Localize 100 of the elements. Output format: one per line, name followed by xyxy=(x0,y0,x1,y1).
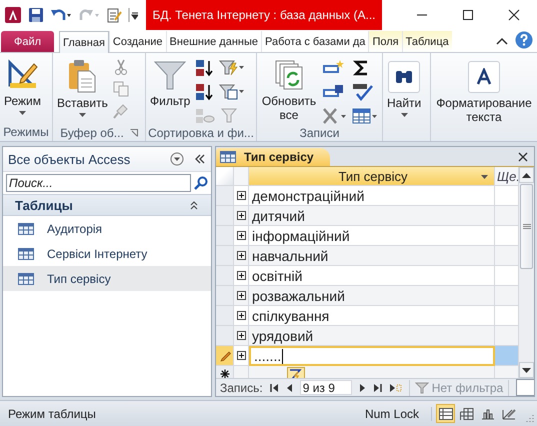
pane-item[interactable]: Тип сервісу xyxy=(3,266,211,291)
table-cell[interactable]: ....... xyxy=(249,346,495,366)
table-cell[interactable]: дитячий xyxy=(249,206,495,226)
maximize-icon xyxy=(462,9,474,21)
section-header[interactable]: Таблицы xyxy=(3,194,211,216)
text-formatting-button[interactable]: Форматирование текста xyxy=(434,57,534,126)
num-lock-indicator: Num Lock xyxy=(364,406,432,420)
find-button[interactable]: Найти xyxy=(386,57,422,119)
ribbon-tab[interactable]: Поля xyxy=(368,31,402,52)
paste-button[interactable]: Вставить xyxy=(56,57,109,119)
customize-dropdown-icon[interactable] xyxy=(128,7,138,23)
select-all-cell[interactable] xyxy=(216,167,234,186)
table-icon xyxy=(220,151,236,163)
dropdown-circle-icon[interactable] xyxy=(170,152,184,166)
spelling-check-icon[interactable] xyxy=(352,83,374,101)
collapse-icon xyxy=(189,200,199,210)
paintbrush-icon xyxy=(112,103,129,119)
previous-record-icon[interactable] xyxy=(286,384,293,392)
clear-sort-icon xyxy=(195,107,216,125)
expand-icon[interactable] xyxy=(236,211,246,220)
close-icon xyxy=(508,9,520,21)
refresh-pages-icon xyxy=(274,59,304,91)
group-label: Записи xyxy=(298,125,340,141)
table-icon xyxy=(18,272,34,284)
table-cell[interactable] xyxy=(495,286,518,306)
new-record-icon[interactable] xyxy=(388,384,402,392)
expand-icon[interactable] xyxy=(236,311,246,320)
design-view-icon xyxy=(502,408,516,420)
filter-button[interactable]: Фильтр xyxy=(149,57,192,110)
funnel-icon xyxy=(414,382,429,394)
help-icon[interactable] xyxy=(515,31,533,49)
dialog-launcher-icon[interactable] xyxy=(130,128,138,136)
undo-icon[interactable] xyxy=(50,7,72,23)
expand-icon[interactable] xyxy=(236,231,246,240)
status-text: Режим таблицы xyxy=(8,406,96,420)
sort-descending-icon[interactable] xyxy=(195,83,216,101)
ribbon-tab[interactable]: Таблица xyxy=(402,31,452,52)
table-icon xyxy=(18,222,34,234)
table-cell[interactable]: розважальний xyxy=(249,286,495,306)
expand-icon[interactable] xyxy=(236,191,246,200)
scroll-thumb[interactable] xyxy=(520,184,533,269)
refresh-all-button[interactable]: Обновить все xyxy=(260,57,318,124)
caret-icon xyxy=(19,111,26,115)
next-record-icon[interactable] xyxy=(358,384,366,392)
first-record-icon[interactable] xyxy=(270,384,279,392)
sort-ascending-icon[interactable] xyxy=(195,59,216,77)
view-button[interactable]: Режим xyxy=(3,57,42,117)
record-position-field[interactable]: 9 из 9 xyxy=(300,380,352,395)
search-icon[interactable] xyxy=(194,176,208,190)
delete-icon[interactable] xyxy=(322,107,348,125)
pane-item[interactable]: Аудиторія xyxy=(3,216,211,241)
document-tab[interactable]: Тип сервісу xyxy=(216,148,330,166)
table-cell[interactable] xyxy=(495,346,518,366)
expand-icon[interactable] xyxy=(236,271,246,280)
save-icon[interactable] xyxy=(28,7,44,23)
table-cell[interactable] xyxy=(495,326,518,346)
up-arrow-icon xyxy=(522,172,531,178)
caret-icon xyxy=(78,113,86,117)
table-cell[interactable] xyxy=(249,366,495,378)
table-cell[interactable]: урядовий xyxy=(249,326,495,346)
group-label: Сортировка и фи... xyxy=(147,125,255,141)
table-icon xyxy=(18,248,34,260)
scroll-down-button[interactable] xyxy=(519,362,534,378)
search-field[interactable]: Поиск... xyxy=(6,174,191,192)
group-label: Буфер об... xyxy=(60,124,124,140)
pane-title: Все объекты Access xyxy=(8,152,132,166)
document-edit-icon[interactable] xyxy=(106,7,122,23)
table-cell[interactable]: навчальний xyxy=(249,246,495,266)
close-icon[interactable] xyxy=(518,152,528,162)
smart-tag-icon[interactable] xyxy=(287,367,305,378)
access-logo-icon xyxy=(4,6,22,24)
caret-icon xyxy=(481,175,488,179)
down-arrow-icon xyxy=(522,368,531,372)
clipboard-icon xyxy=(66,59,98,93)
scroll-up-button[interactable] xyxy=(519,167,534,183)
ribbon-tab[interactable]: Файл xyxy=(1,31,54,52)
last-record-icon[interactable] xyxy=(372,384,382,392)
caret-icon xyxy=(400,113,408,117)
table-cell[interactable] xyxy=(495,206,518,226)
ribbon-tab[interactable]: Создание xyxy=(108,31,166,52)
pivot-chart-icon xyxy=(480,408,494,420)
grip-icon xyxy=(522,224,530,229)
table-cell[interactable] xyxy=(495,246,518,266)
expand-icon[interactable] xyxy=(236,331,246,340)
expand-icon[interactable] xyxy=(236,291,246,300)
expand-icon[interactable] xyxy=(236,351,246,360)
pivot-table-icon xyxy=(460,408,474,420)
advanced-filter-icon[interactable] xyxy=(219,83,246,101)
view-button[interactable] xyxy=(436,404,455,423)
column-header[interactable]: Тип сервісу xyxy=(249,167,495,186)
font-icon xyxy=(475,68,493,86)
selection-filter-icon[interactable] xyxy=(219,59,246,77)
pane-item[interactable]: Сервіси Інтернету xyxy=(3,241,211,266)
expand-icon[interactable] xyxy=(236,251,246,260)
record-selector[interactable] xyxy=(216,366,234,378)
ribbon-tab[interactable]: Внешние данные xyxy=(166,31,262,52)
grid-icon[interactable] xyxy=(352,107,378,125)
scissors-icon xyxy=(112,59,129,75)
ribbon-tab[interactable]: Главная xyxy=(59,31,109,53)
datasheet-icon xyxy=(438,408,452,420)
